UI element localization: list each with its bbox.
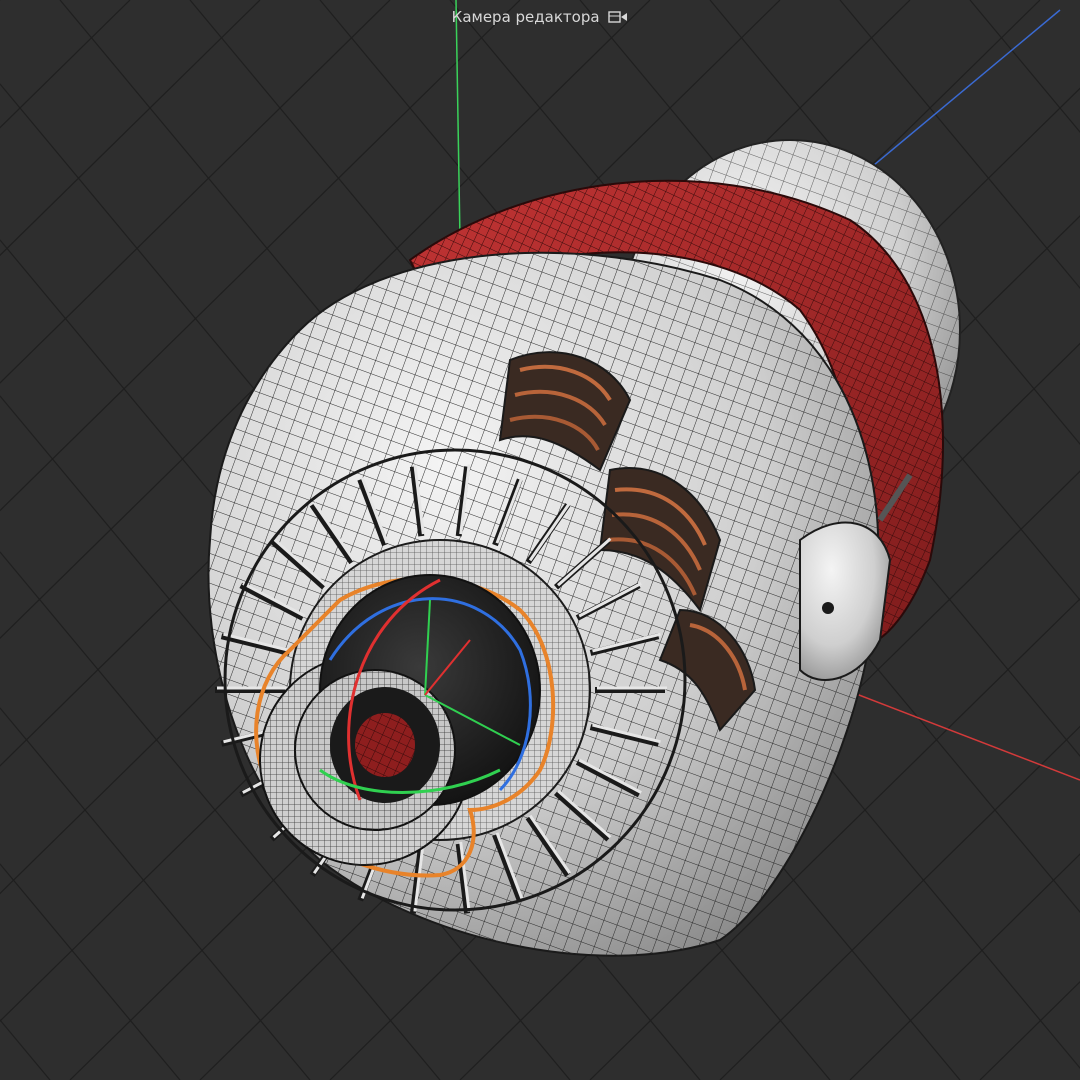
mount-bracket[interactable]	[799, 521, 892, 681]
grid-line	[0, 863, 181, 1080]
3d-viewport[interactable]: Камера редактора	[0, 0, 1080, 1080]
viewport-scene[interactable]	[0, 0, 1080, 1080]
grid-line	[969, 0, 1080, 133]
x-axis-line	[819, 679, 1080, 781]
bracket-hole	[822, 602, 834, 614]
camera-icon[interactable]	[608, 10, 628, 24]
grid-line	[0, 1019, 51, 1080]
camera-selector[interactable]: Камера редактора	[0, 6, 1080, 27]
alternator-model[interactable]	[207, 139, 961, 957]
shaft-nut-wire	[355, 713, 415, 777]
camera-label[interactable]: Камера редактора	[452, 7, 600, 27]
